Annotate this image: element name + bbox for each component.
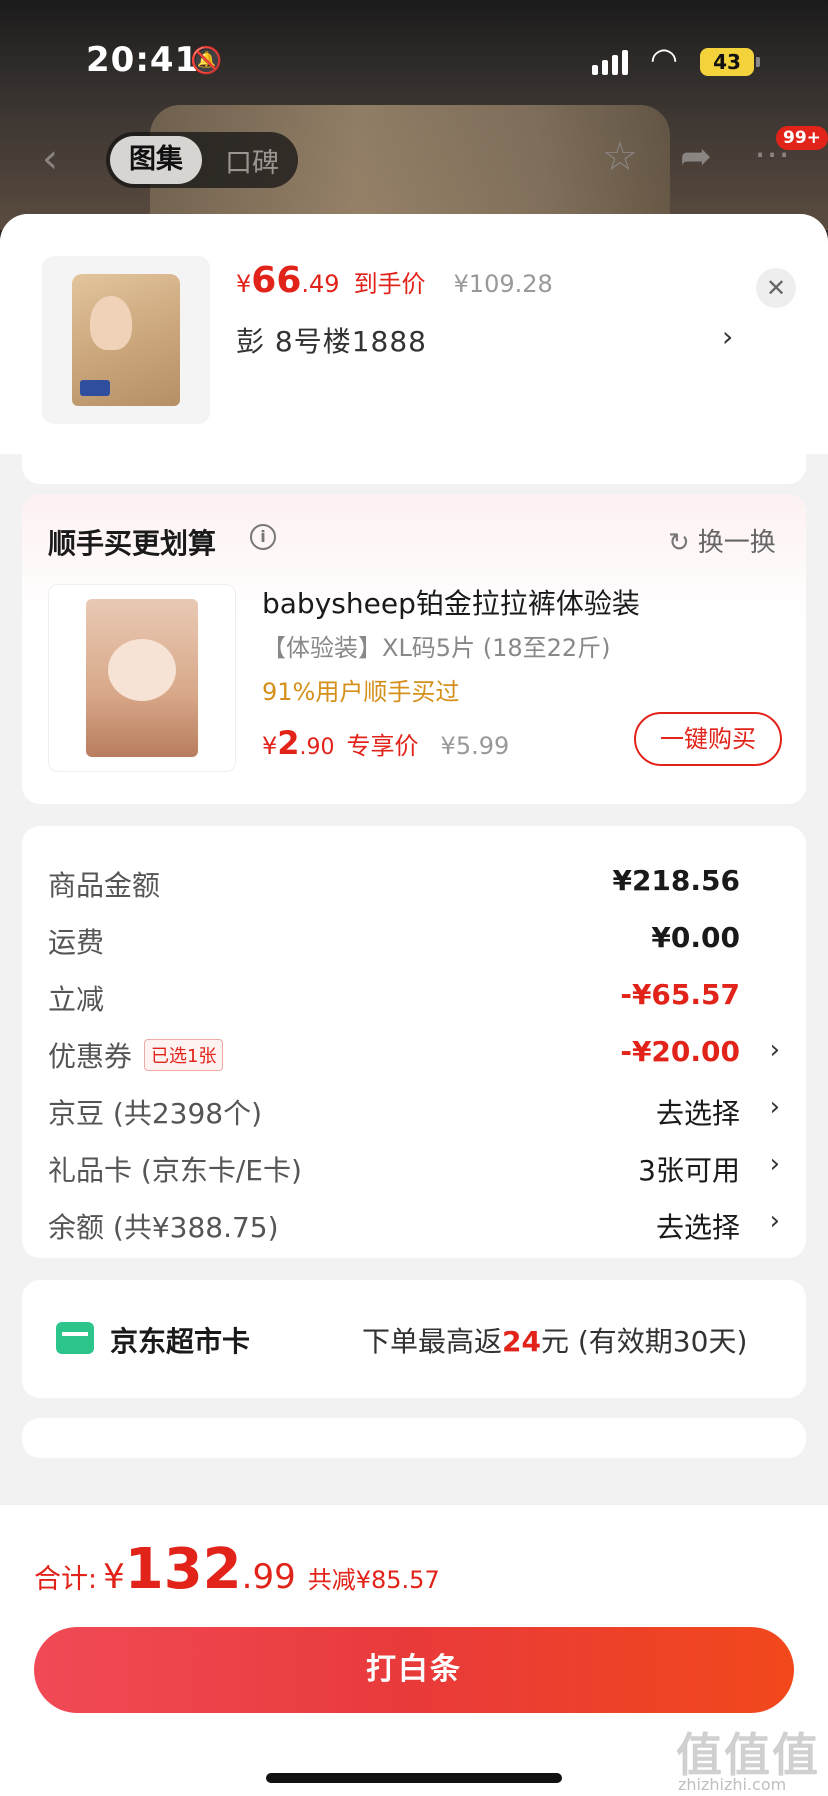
summary-row-jingdou[interactable]: 京豆 (共2398个) 去选择 › <box>48 1092 780 1132</box>
diaper-pack-image <box>72 274 180 406</box>
upsell-price: ¥ 2 .90 专享价 ¥5.99 <box>262 724 509 762</box>
market-card-desc: 下单最高返24元 (有效期30天) <box>362 1320 747 1360</box>
summary-label: 立减 <box>48 983 105 1016</box>
upsell-product-image[interactable] <box>48 584 236 772</box>
market-card-desc-suffix: 元 (有效期30天) <box>540 1325 748 1358</box>
market-card-amount: 24 <box>502 1325 541 1358</box>
summary-value: 3张可用 <box>638 1154 740 1187</box>
final-price: ¥ 66 .49 到手价 ¥109.28 <box>236 260 553 301</box>
upsell-price-integer: 2 <box>277 724 300 762</box>
info-icon[interactable]: i <box>250 524 276 550</box>
tab-reviews[interactable]: 口碑 <box>206 141 298 180</box>
summary-value: ¥0.00 <box>651 921 740 954</box>
status-bar: 20:41 🔕 ◠ 43 <box>0 0 828 110</box>
status-time: 20:41 <box>86 40 200 80</box>
price-integer: 66 <box>251 260 302 301</box>
upsell-product-spec: 【体验装】XL码5片 (18至22斤) <box>262 634 611 662</box>
battery-indicator: 43 <box>700 48 760 76</box>
watermark-site: zhizhizhi.com <box>678 1775 787 1794</box>
one-click-buy-button[interactable]: 一键购买 <box>634 712 782 766</box>
price-label: 到手价 <box>353 270 426 298</box>
upsell-price-decimal: .90 <box>299 735 335 760</box>
favorite-star-icon[interactable]: ☆ <box>602 134 638 180</box>
chevron-right-icon[interactable]: › <box>770 1092 780 1122</box>
upsell-original-price: ¥5.99 <box>440 732 510 760</box>
chevron-right-icon[interactable]: › <box>770 1149 780 1179</box>
close-icon[interactable]: ✕ <box>756 268 796 308</box>
total-decimal: .99 <box>241 1557 296 1597</box>
sheet-header: ¥ 66 .49 到手价 ¥109.28 彭 8号楼1888 › ✕ <box>0 214 828 454</box>
product-thumbnail <box>42 256 210 424</box>
trial-pack-image <box>86 599 198 757</box>
summary-label: 商品金额 <box>48 869 161 902</box>
tab-gallery[interactable]: 图集 <box>110 136 202 184</box>
order-total: 合计: ¥ 132 .99 共减¥85.57 <box>34 1537 440 1602</box>
cellular-signal-icon <box>592 50 628 75</box>
delivery-address[interactable]: 彭 8号楼1888 <box>236 320 427 360</box>
summary-row-balance[interactable]: 余额 (共¥388.75) 去选择 › <box>48 1206 780 1246</box>
price-summary-card: 商品金额 ¥218.56 运费 ¥0.00 立减 -¥65.57 优惠券 已选1张… <box>22 826 806 1258</box>
upsell-price-currency: ¥ <box>262 732 278 760</box>
upsell-price-label: 专享价 <box>346 732 419 760</box>
original-price: ¥109.28 <box>453 270 553 298</box>
total-currency: ¥ <box>103 1557 125 1597</box>
price-currency: ¥ <box>236 270 252 298</box>
total-saving: 共减¥85.57 <box>307 1566 440 1594</box>
summary-value: 去选择 <box>655 1097 740 1130</box>
product-nav-bar: ‹ 图集 口碑 ☆ ➦ ⋯ 99+ <box>0 126 828 192</box>
summary-value: -¥20.00 <box>620 1035 740 1068</box>
summary-label: 运费 <box>48 926 105 959</box>
coupon-label: 优惠券 <box>48 1040 133 1073</box>
summary-value: ¥218.56 <box>612 864 740 897</box>
address-card-bottom <box>22 454 806 484</box>
price-decimal: .49 <box>301 270 340 298</box>
upsell-card: 顺手买更划算 i ↻ 换一换 babysheep铂金拉拉裤体验装 【体验装】XL码… <box>22 494 806 804</box>
total-label: 合计: <box>34 1564 98 1595</box>
wifi-icon: ◠ <box>650 40 678 78</box>
market-card-desc-prefix: 下单最高返 <box>362 1325 503 1358</box>
summary-value: 去选择 <box>655 1211 740 1244</box>
swap-button[interactable]: ↻ 换一换 <box>668 522 776 559</box>
summary-label: 优惠券 已选1张 <box>48 1035 224 1075</box>
summary-row-coupon[interactable]: 优惠券 已选1张 -¥20.00 › <box>48 1035 780 1075</box>
summary-value: -¥65.57 <box>620 978 740 1011</box>
pay-button[interactable]: 打白条 <box>34 1627 794 1713</box>
summary-row-shipping: 运费 ¥0.00 <box>48 921 780 961</box>
market-card-row[interactable]: 京东超市卡 下单最高返24元 (有效期30天) <box>22 1280 806 1398</box>
share-icon[interactable]: ➦ <box>680 134 712 178</box>
next-card-edge <box>22 1418 806 1458</box>
address-chevron-icon[interactable]: › <box>722 320 733 353</box>
total-integer: 132 <box>124 1537 242 1602</box>
back-chevron-icon[interactable]: ‹ <box>42 136 58 182</box>
swap-label: 换一换 <box>697 528 776 558</box>
upsell-social-proof: 91%用户顺手买过 <box>262 678 460 706</box>
summary-label: 京豆 (共2398个) <box>48 1097 263 1130</box>
summary-row-goods: 商品金额 ¥218.56 <box>48 864 780 904</box>
refresh-icon: ↻ <box>668 528 690 558</box>
media-tab-switch: 图集 口碑 <box>106 132 298 188</box>
mute-bell-icon: 🔕 <box>190 46 223 76</box>
card-wallet-icon <box>56 1322 94 1354</box>
home-indicator[interactable] <box>266 1773 562 1783</box>
summary-row-discount: 立减 -¥65.57 <box>48 978 780 1018</box>
upsell-product-name[interactable]: babysheep铂金拉拉裤体验装 <box>262 582 640 622</box>
summary-label: 余额 (共¥388.75) <box>48 1211 279 1244</box>
coupon-selected-tag: 已选1张 <box>144 1039 224 1071</box>
checkout-footer: 合计: ¥ 132 .99 共减¥85.57 打白条 值值值 zhizhizhi… <box>0 1504 828 1796</box>
market-card-title: 京东超市卡 <box>110 1325 251 1358</box>
message-count-badge: 99+ <box>776 126 828 150</box>
summary-row-giftcard[interactable]: 礼品卡 (京东卡/E卡) 3张可用 › <box>48 1149 780 1189</box>
chevron-right-icon[interactable]: › <box>770 1206 780 1236</box>
upsell-title: 顺手买更划算 <box>48 527 217 560</box>
summary-label: 礼品卡 (京东卡/E卡) <box>48 1154 302 1187</box>
chevron-right-icon[interactable]: › <box>770 1035 780 1065</box>
